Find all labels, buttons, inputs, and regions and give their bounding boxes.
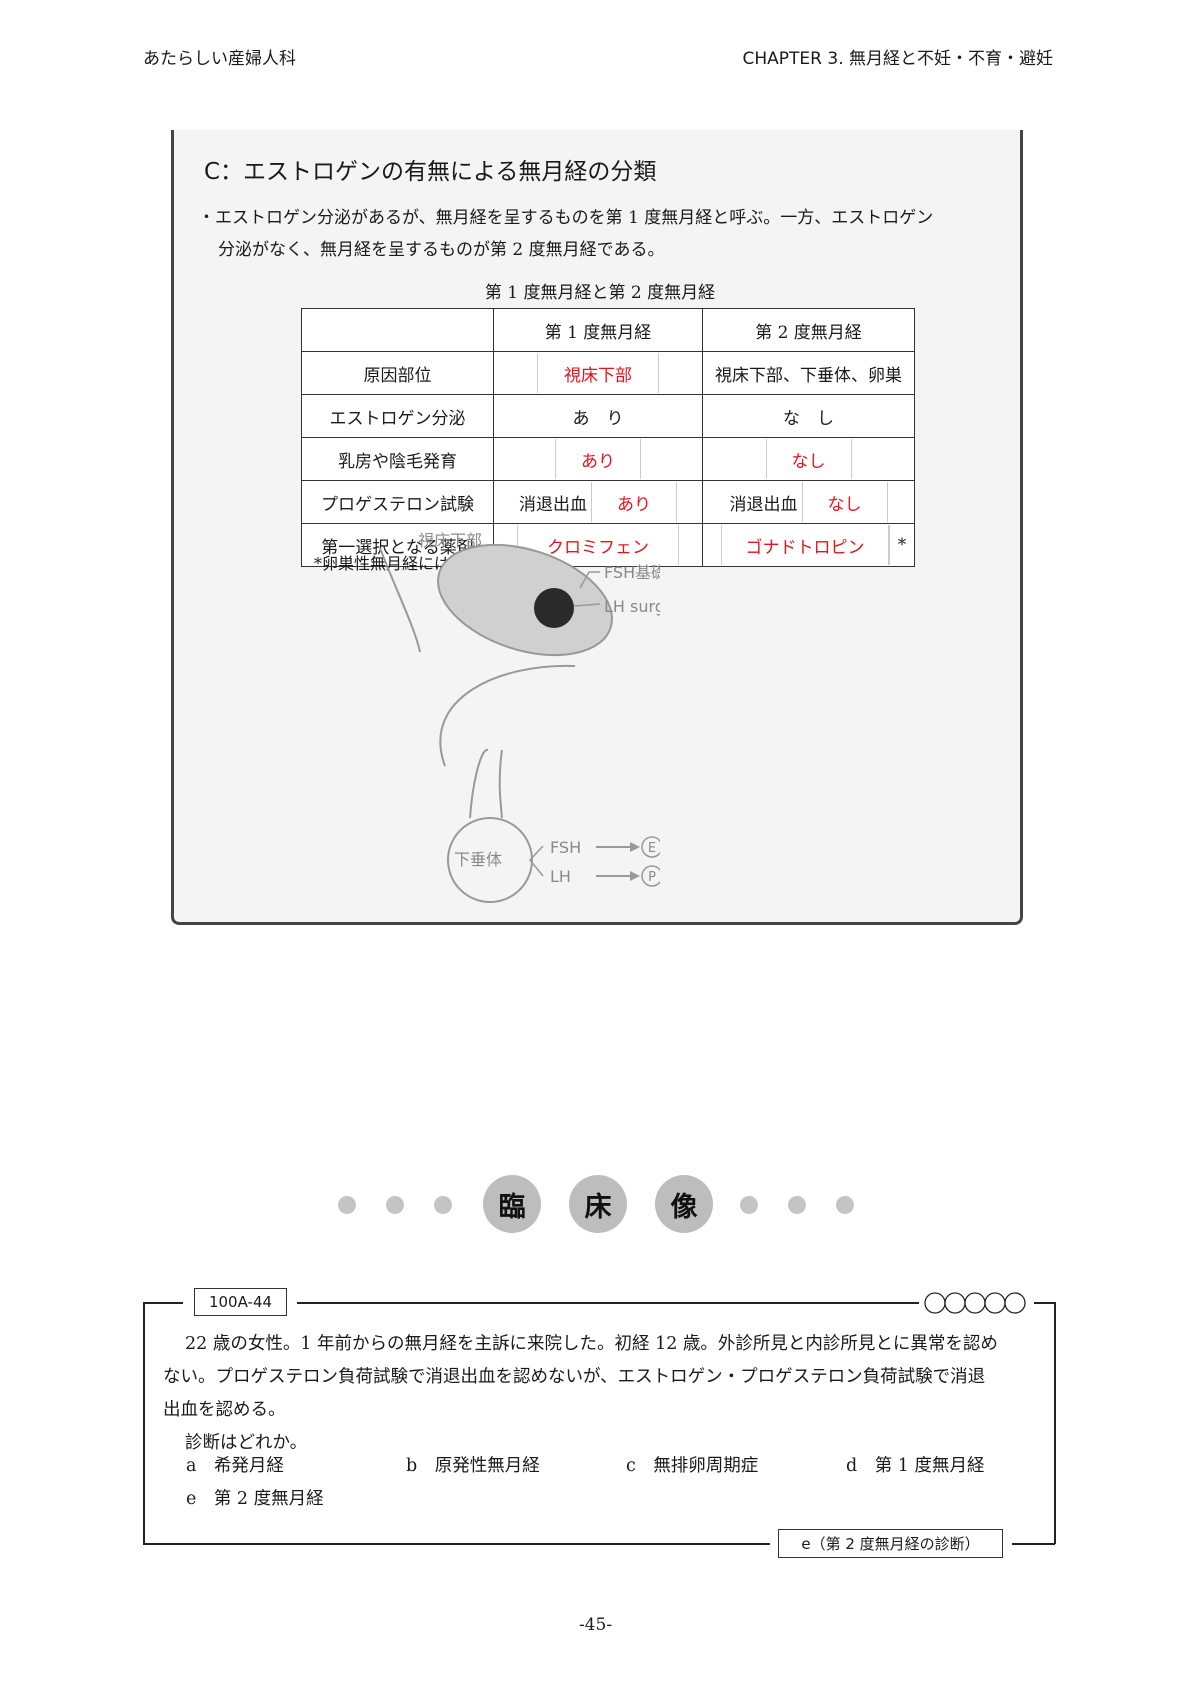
- banner-dot: [434, 1196, 452, 1214]
- question-stem-line3: 出血を認める。: [163, 1400, 286, 1420]
- label-fsh: FSH: [550, 838, 581, 857]
- label-e: E: [648, 841, 656, 856]
- cell-value-breast-deg2: なし: [765, 439, 852, 479]
- label-hypothalamus: 視床下部: [418, 531, 482, 550]
- section-text-line2: 分泌がなく、無月経を呈するものが第 2 度無月経である。: [218, 240, 665, 260]
- cell-deg1: 視床下部: [493, 351, 703, 395]
- label-fsh-center: FSH基礎分泌担当部: [604, 563, 660, 582]
- cell-value-drug-deg2: ゴナドトロピン: [721, 525, 889, 565]
- row-label: 乳房や陰毛発育: [301, 437, 494, 481]
- question-body: 22 歳の女性。1 年前からの無月経を主訴に来院した。初経 12 歳。外診所見と…: [163, 1328, 1043, 1460]
- frame-top-left: [143, 1302, 183, 1304]
- chapter-title: CHAPTER 3. 無月経と不妊・不育・避妊: [742, 49, 1054, 69]
- table-row-estrogen: エストロゲン分泌 あ り な し: [301, 394, 915, 438]
- question-id: 100A-44: [194, 1288, 287, 1316]
- table-row-cause: 原因部位 視床下部 視床下部、下垂体、卵巣: [301, 351, 915, 395]
- section-text-line1: ・エストロゲン分泌があるが、無月経を呈するものを第 1 度無月経と呼ぶ。一方、エ…: [198, 208, 934, 228]
- table-header-deg1: 第 1 度無月経: [493, 308, 703, 352]
- clinical-banner: 臨 床 像: [338, 1175, 858, 1235]
- cell-value-cause-deg1: 視床下部: [537, 353, 659, 393]
- banner-dot: [386, 1196, 404, 1214]
- question-stem-line1: 22 歳の女性。1 年前からの無月経を主訴に来院した。初経 12 歳。外診所見と…: [185, 1334, 998, 1354]
- banner-dot: [740, 1196, 758, 1214]
- fsh-arrow-head: [630, 842, 640, 852]
- cell-deg2: な し: [702, 394, 915, 438]
- banner-dot: [338, 1196, 356, 1214]
- section-title: C：エストロゲンの有無による無月経の分類: [204, 159, 657, 185]
- cell-deg2: なし: [702, 437, 915, 481]
- choice-e: e 第 2 度無月経: [186, 1489, 324, 1509]
- cell-deg1: あり: [493, 437, 703, 481]
- hypothalamus-left-curve: [379, 547, 421, 653]
- frame-bottom-right: [1012, 1543, 1055, 1545]
- banner-char-1: 臨: [483, 1175, 541, 1233]
- banner-dot: [836, 1196, 854, 1214]
- banner-dot: [788, 1196, 806, 1214]
- hypothalamus-right-curve: [439, 664, 576, 767]
- cell-deg2: ゴナドトロピン *: [702, 523, 915, 567]
- lh-arrow-head: [630, 871, 640, 881]
- cell-value-prog-deg2: なし: [801, 482, 888, 522]
- difficulty-stars: ○○○○○: [924, 1290, 1026, 1314]
- hypothalamus-pituitary-diagram: 視床下部 FSH基礎分泌担当部 LH surge担当部 下垂体 FSH LH E…: [379, 531, 660, 903]
- book-title: あたらしい産婦人科: [143, 49, 296, 69]
- choice-b: b 原発性無月経: [406, 1456, 540, 1476]
- pituitary-stalk-right: [498, 749, 503, 819]
- label-pituitary: 下垂体: [454, 850, 502, 869]
- section-text: ・エストロゲン分泌があるが、無月経を呈するものを第 1 度無月経と呼ぶ。一方、エ…: [198, 202, 998, 266]
- choice-c: c 無排卵周期症: [626, 1456, 759, 1476]
- cell-deg2: 視床下部、下垂体、卵巣: [702, 351, 915, 395]
- cell-prefix-deg2: 消退出血: [729, 494, 798, 515]
- cell-deg2: 消退出血 なし: [702, 480, 915, 524]
- label-lh: LH: [550, 867, 571, 886]
- cell-footnote-mark: *: [889, 525, 914, 565]
- banner-char-2: 床: [569, 1175, 627, 1233]
- choice-a: a 希発月経: [186, 1456, 284, 1476]
- table-caption: 第 1 度無月経と第 2 度無月経: [484, 283, 716, 303]
- page-number: -45-: [578, 1615, 613, 1635]
- row-label: 原因部位: [301, 351, 494, 395]
- cell-value-breast-deg1: あり: [555, 439, 641, 479]
- answer-box: e（第 2 度無月経の診断）: [778, 1529, 1003, 1558]
- table-corner-cell: [301, 308, 494, 352]
- question-stem-line2: ない。プロゲステロン負荷試験で消退出血を認めないが、エストロゲン・プロゲステロン…: [163, 1367, 986, 1387]
- table-header-deg2: 第 2 度無月経: [702, 308, 915, 352]
- pituitary-stalk-left: [469, 749, 489, 819]
- label-p: P: [648, 870, 656, 885]
- frame-bottom-left: [143, 1543, 770, 1545]
- frame-left: [143, 1302, 145, 1544]
- choice-d: d 第 1 度無月経: [846, 1456, 985, 1476]
- lh-surge-center: [534, 588, 574, 628]
- table-row-breast: 乳房や陰毛発育 あり なし: [301, 437, 915, 481]
- frame-top-mid: [297, 1302, 919, 1304]
- frame-top-right: [1034, 1302, 1055, 1304]
- table-header-row: 第 1 度無月経 第 2 度無月経: [301, 308, 915, 352]
- frame-right: [1054, 1302, 1056, 1544]
- row-label: エストロゲン分泌: [301, 394, 494, 438]
- cell-deg1: あ り: [493, 394, 703, 438]
- difficulty-stars-text: ○○○○○: [924, 1290, 928, 1291]
- label-lh-center: LH surge担当部: [604, 597, 660, 616]
- banner-char-3: 像: [655, 1175, 713, 1233]
